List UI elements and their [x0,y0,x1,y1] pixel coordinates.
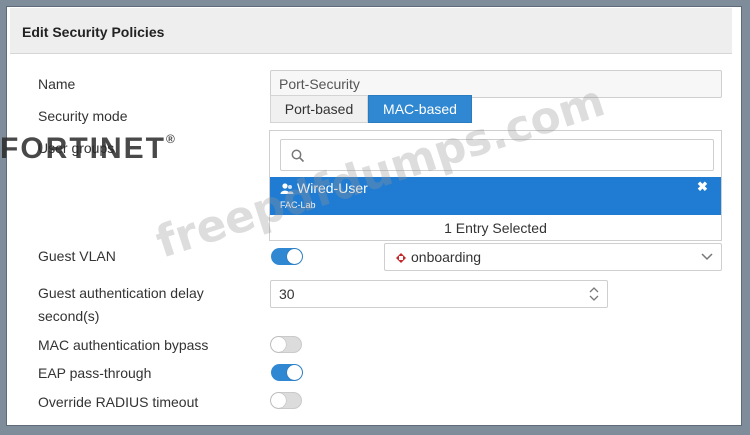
panel-header: Edit Security Policies [10,8,732,54]
spinner-icon[interactable] [589,287,599,301]
security-mode-label: Security mode [38,108,128,124]
panel-title: Edit Security Policies [22,24,165,40]
name-field[interactable]: Port-Security [270,70,722,98]
guest-vlan-value: onboarding [411,249,482,265]
mac-based-button[interactable]: MAC-based [368,95,472,123]
toggle-knob [271,337,286,352]
mac-auth-bypass-label: MAC authentication bypass [38,337,209,353]
mac-auth-bypass-toggle[interactable] [270,336,302,353]
fortinet-logo-text: FORTINET [0,132,166,165]
eap-pass-through-toggle[interactable] [271,364,303,381]
toggle-knob [287,365,302,380]
entry-count-text: 1 Entry Selected [444,220,547,236]
interface-icon [396,253,406,263]
chevron-down-icon [701,253,713,261]
remove-selection-icon[interactable]: ✖ [697,179,708,195]
guest-auth-delay-input[interactable]: 30 [270,280,608,308]
guest-auth-delay-label-line1: Guest authentication delay [38,285,204,301]
toggle-knob [271,393,286,408]
toggle-knob [287,249,302,264]
search-icon [291,149,305,163]
fortinet-logo: FORTINET® [0,132,177,166]
registered-mark: ® [166,132,177,146]
guest-vlan-select[interactable]: onboarding [384,243,722,271]
name-label: Name [38,76,76,92]
guest-auth-delay-label-line2: second(s) [38,308,100,324]
guest-vlan-label: Guest VLAN [38,248,116,264]
guest-auth-delay-value: 30 [279,286,295,302]
eap-pass-through-label: EAP pass-through [38,365,152,381]
port-based-button[interactable]: Port-based [270,95,368,123]
name-value: Port-Security [279,76,360,92]
override-radius-timeout-toggle[interactable] [270,392,302,409]
guest-vlan-toggle[interactable] [271,248,303,265]
override-radius-timeout-label: Override RADIUS timeout [38,394,199,410]
